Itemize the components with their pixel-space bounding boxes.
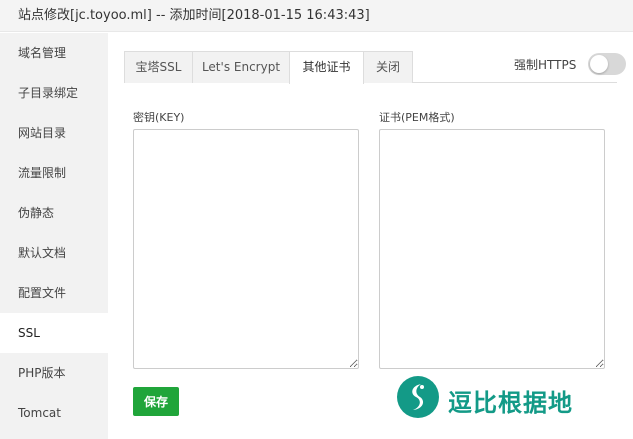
key-textarea[interactable] bbox=[133, 129, 359, 369]
watermark-text: 逗比根据地 bbox=[448, 389, 573, 417]
sidebar-item-domain[interactable]: 域名管理 bbox=[0, 33, 108, 73]
sidebar-item-ssl[interactable]: SSL bbox=[0, 313, 108, 353]
sidebar-item-site-dir[interactable]: 网站目录 bbox=[0, 113, 108, 153]
tab-close[interactable]: 关闭 bbox=[363, 51, 413, 83]
sidebar: 域名管理 子目录绑定 网站目录 流量限制 伪静态 默认文档 配置文件 SSL P… bbox=[0, 33, 108, 439]
cert-textarea[interactable] bbox=[379, 129, 605, 369]
watermark-logo-icon bbox=[397, 376, 439, 418]
sidebar-item-php-version[interactable]: PHP版本 bbox=[0, 353, 108, 393]
cert-label: 证书(PEM格式) bbox=[379, 111, 455, 124]
sidebar-item-rewrite[interactable]: 伪静态 bbox=[0, 193, 108, 233]
sidebar-item-tomcat[interactable]: Tomcat bbox=[0, 393, 108, 433]
key-label: 密钥(KEY) bbox=[133, 111, 185, 124]
ssl-panel: 宝塔SSL Let's Encrypt 其他证书 关闭 强制HTTPS 密钥(K… bbox=[108, 33, 633, 439]
sidebar-item-subdir[interactable]: 子目录绑定 bbox=[0, 73, 108, 113]
tab-other-cert[interactable]: 其他证书 bbox=[289, 51, 364, 84]
save-button[interactable]: 保存 bbox=[133, 387, 179, 416]
sidebar-item-traffic-limit[interactable]: 流量限制 bbox=[0, 153, 108, 193]
force-https-label: 强制HTTPS bbox=[514, 58, 577, 72]
sidebar-item-default-doc[interactable]: 默认文档 bbox=[0, 233, 108, 273]
toggle-knob bbox=[590, 55, 608, 73]
window-title: 站点修改[jc.toyoo.ml] -- 添加时间[2018-01-15 16:… bbox=[0, 0, 633, 32]
force-https-toggle[interactable] bbox=[588, 53, 626, 75]
tab-bt-ssl[interactable]: 宝塔SSL bbox=[124, 51, 193, 83]
sidebar-item-config-file[interactable]: 配置文件 bbox=[0, 273, 108, 313]
tab-lets-encrypt[interactable]: Let's Encrypt bbox=[192, 51, 290, 83]
